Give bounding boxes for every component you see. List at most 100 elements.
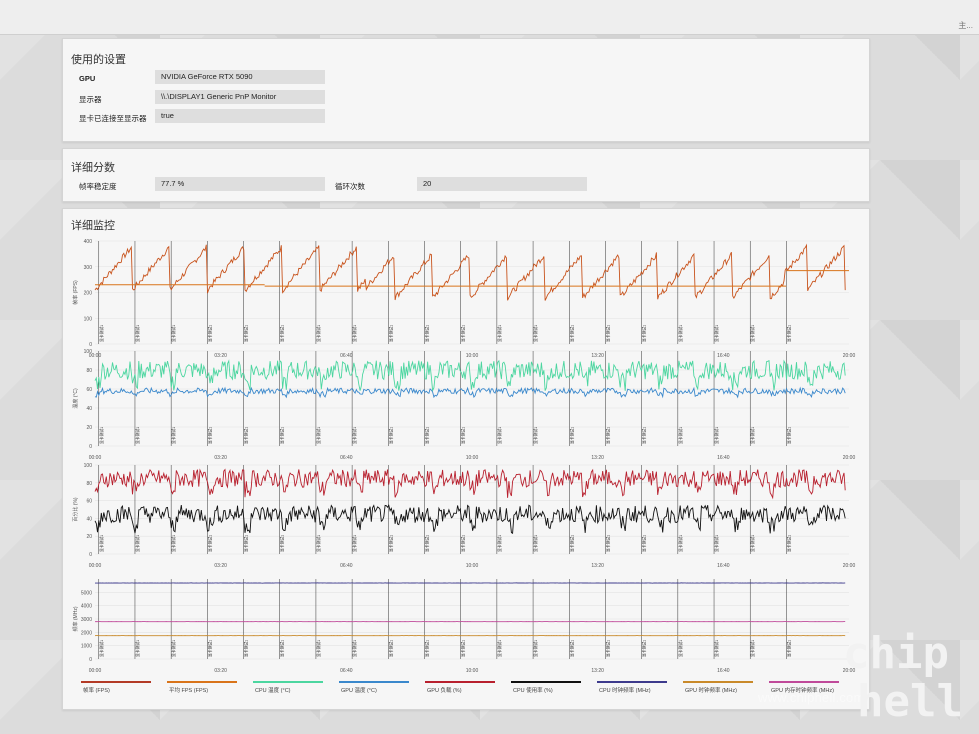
loop-marker-label: 显卡测试1 [642,325,647,342]
loop-marker-label: 显卡测试1 [316,640,321,657]
gpu-value: NVIDIA GeForce RTX 5090 [155,70,325,84]
x-tick-label: 10:00 [466,353,479,359]
legend-swatch [81,681,151,683]
loop-marker-label: 显卡测试1 [714,640,719,657]
loop-marker-label: 显卡测试1 [99,640,104,657]
loop-marker-label: 显卡测试1 [424,535,429,552]
loop-marker-label: 显卡测试1 [135,325,140,342]
loop-marker-label: 显卡测试1 [171,640,176,657]
loop-marker-label: 显卡测试1 [533,535,538,552]
loop-marker-label: 显卡测试1 [497,427,502,444]
x-tick-label: 16:40 [717,668,730,674]
display-label: 显示器 [79,95,102,104]
x-tick-label: 00:00 [89,455,102,461]
loop-marker-label: 显卡测试1 [316,427,321,444]
loop-marker-label: 显卡测试1 [678,325,683,342]
settings-title: 使用的设置 [71,54,126,66]
loop-marker-label: 显卡测试1 [750,640,755,657]
loop-marker-label: 显卡测试1 [750,325,755,342]
loop-marker-label: 显卡测试1 [135,535,140,552]
loop-marker-label: 显卡测试1 [316,535,321,552]
legend-label: CPU 温度 (°C) [255,688,291,694]
loop-marker-label: 显卡测试1 [388,640,393,657]
window-titlebar: 主... [0,0,979,35]
loop-marker-label: 显卡测试1 [207,535,212,552]
chart-legend: 帧率 (FPS) 平均 FPS (FPS) CPU 温度 (°C) GPU 温度 (°… [81,681,861,701]
loop-marker-label: 显卡测试1 [135,640,140,657]
loop-marker-label: 显卡测试1 [569,535,574,552]
scores-title: 详细分数 [71,162,115,174]
loop-marker-label: 显卡测试1 [750,427,755,444]
loop-marker-label: 显卡测试1 [533,427,538,444]
connected-value: true [155,109,325,123]
y-tick-label: 2000 [81,630,92,636]
loop-marker-label: 显卡测试1 [135,427,140,444]
loop-marker-label: 显卡测试1 [642,640,647,657]
legend-swatch [339,681,409,683]
loop-marker-label: 显卡测试1 [605,640,610,657]
loop-marker-label: 显卡测试1 [207,325,212,342]
y-tick-label: 0 [89,657,92,663]
loop-marker-label: 显卡测试1 [171,325,176,342]
y-tick-label: 20 [86,534,92,540]
x-tick-label: 16:40 [717,563,730,569]
y-tick-label: 60 [86,387,92,393]
x-tick-label: 00:00 [89,668,102,674]
legend-swatch [167,681,237,683]
x-tick-label: 06:40 [340,668,353,674]
loop-marker-label: 显卡测试1 [533,640,538,657]
loop-marker-label: 显卡测试1 [642,535,647,552]
legend-swatch [511,681,581,683]
legend-label: CPU 时钟频率 (MHz) [599,688,651,694]
x-tick-label: 00:00 [89,563,102,569]
svg-text:hell: hell [857,676,963,727]
legend-swatch [683,681,753,683]
x-tick-label: 13:20 [591,353,604,359]
loop-count-label: 循环次数 [335,182,365,191]
loop-marker-label: 显卡测试1 [678,427,683,444]
legend-swatch [253,681,323,683]
connected-label: 显卡已连接至显示器 [79,114,147,123]
x-tick-label: 10:00 [466,668,479,674]
y-tick-label: 1000 [81,644,92,650]
x-tick-label: 06:40 [340,563,353,569]
loop-marker-label: 显卡测试1 [642,427,647,444]
y-tick-label: 0 [89,444,92,450]
y-tick-label: 0 [89,552,92,558]
y-tick-label: 0 [89,342,92,348]
x-tick-label: 13:20 [591,455,604,461]
y-axis-label: 温度 (°C) [72,388,79,409]
loop-marker-label: 显卡测试1 [280,427,285,444]
loop-marker-label: 显卡测试1 [424,427,429,444]
loop-marker-label: 显卡测试1 [388,325,393,342]
x-tick-label: 20:00 [843,563,856,569]
loop-marker-label: 显卡测试1 [99,535,104,552]
loop-marker-label: 显卡测试1 [352,535,357,552]
x-tick-label: 03:20 [214,668,227,674]
legend-swatch [597,681,667,683]
x-tick-label: 20:00 [843,455,856,461]
y-tick-label: 4000 [81,604,92,610]
loop-marker-label: 显卡测试1 [244,640,249,657]
legend-swatch [769,681,839,683]
y-tick-label: 80 [86,368,92,374]
loop-marker-label: 显卡测试1 [244,427,249,444]
monitor-panel: 详细监控 0 100 200 300 400 帧率 (FPS) 00:00 03:20 06:4… [62,208,870,710]
chiphell-logo: chip hell [843,628,963,727]
display-value: \\.\DISPLAY1 Generic PnP Monitor [155,90,325,104]
y-tick-label: 3000 [81,617,92,623]
frame-stability-value: 77.7 % [155,177,325,191]
loop-marker-label: 显卡测试1 [461,535,466,552]
loop-marker-label: 显卡测试1 [352,325,357,342]
frame-stability-label: 帧率稳定度 [79,182,117,191]
loop-marker-label: 显卡测试1 [786,535,791,552]
settings-panel: 使用的设置 GPU NVIDIA GeForce RTX 5090 显示器 \\… [62,38,870,142]
loop-marker-label: 显卡测试1 [99,325,104,342]
legend-label: CPU 使用率 (%) [513,688,553,694]
y-tick-label: 100 [84,316,93,322]
loop-marker-label: 显卡测试1 [280,640,285,657]
legend-label: 平均 FPS (FPS) [169,688,209,694]
x-tick-label: 16:40 [717,353,730,359]
y-tick-label: 40 [86,516,92,522]
loop-marker-label: 显卡测试1 [497,640,502,657]
